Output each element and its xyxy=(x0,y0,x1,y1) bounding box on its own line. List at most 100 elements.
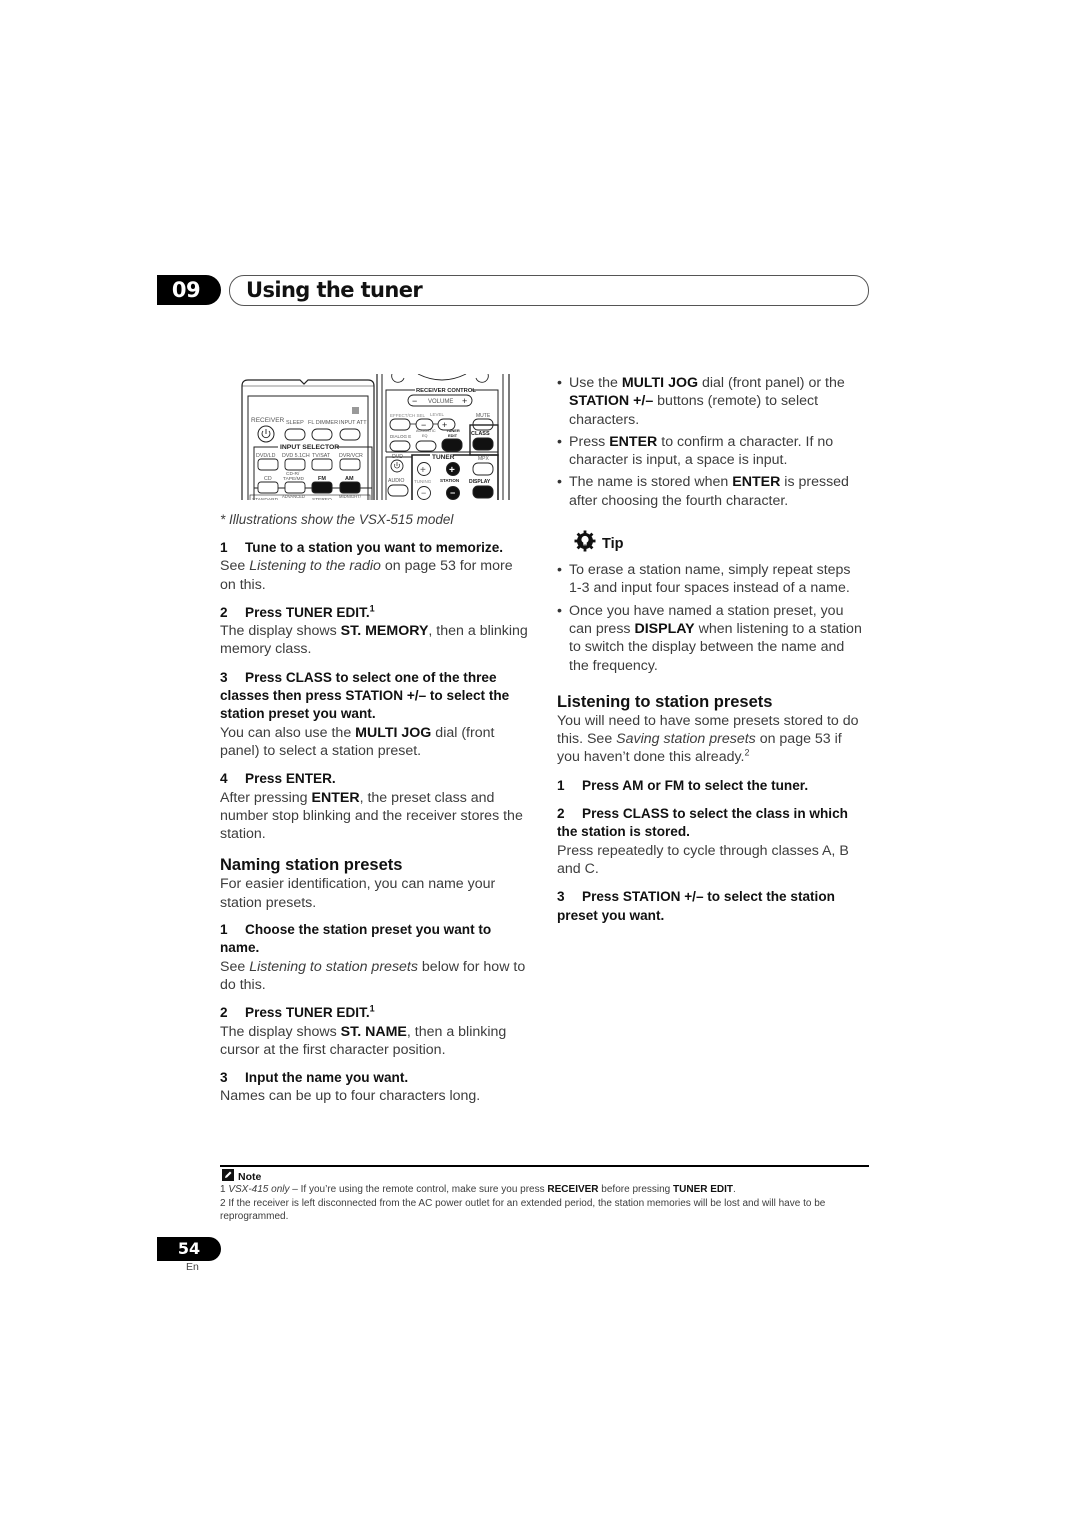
footnote-item: 1 VSX-415 only – If you’re using the rem… xyxy=(220,1183,872,1197)
am-button xyxy=(339,481,361,494)
step-number: 4 xyxy=(220,771,228,787)
step-title: 2 Press TUNER EDIT.1 xyxy=(220,604,530,622)
step-number: 3 xyxy=(220,1070,228,1086)
procedure-step: 2 Press CLASS to select the class in whic… xyxy=(557,805,867,878)
step-number: 2 xyxy=(220,1005,228,1021)
text-run: See xyxy=(220,958,250,975)
text-run: To erase a station name, simply repeat s… xyxy=(569,562,851,597)
tip-header: Tip xyxy=(574,530,867,557)
chapter-number: 09 xyxy=(157,275,221,305)
bold-term: STATION +/– xyxy=(569,393,654,410)
footnote-item: 2 If the receiver is left disconnected f… xyxy=(220,1197,872,1224)
receiver-control-label: RECEIVER CONTROL xyxy=(416,388,476,394)
svg-text:−: − xyxy=(450,488,455,498)
step-title: 2 Press CLASS to select the class in whic… xyxy=(557,805,867,842)
text-run: Press repeatedly to cycle through classe… xyxy=(557,842,849,877)
svg-text:EFFECT/CH SEL: EFFECT/CH SEL xyxy=(390,413,426,418)
bullet-item: To erase a station name, simply repeat s… xyxy=(557,561,867,598)
listening-heading: Listening to station presets xyxy=(557,692,773,711)
procedure-step: 1 Tune to a station you want to memorize.… xyxy=(220,539,530,594)
step-body: After pressing ENTER, the preset class a… xyxy=(220,789,530,844)
bullet-item: The name is stored when ENTER is pressed… xyxy=(557,473,867,510)
remote-label: FL DIMMER xyxy=(308,420,338,426)
svg-text:DIALOG E: DIALOG E xyxy=(390,434,411,439)
remote-label: DVR/VCR xyxy=(339,453,363,459)
text-run: See xyxy=(220,558,250,575)
step-body: The display shows ST. MEMORY, then a bli… xyxy=(220,622,530,659)
step-number: 1 xyxy=(220,540,228,555)
step-title-text: Press STATION +/– to select the station … xyxy=(557,889,835,923)
step-body: See Listening to the radio on page 53 fo… xyxy=(220,557,530,594)
step-title-text: Choose the station preset you want to na… xyxy=(220,922,492,956)
bullet-item: Once you have named a station preset, yo… xyxy=(557,602,867,675)
remote-label: CD xyxy=(264,476,272,482)
remote-label: RECEIVER xyxy=(251,417,285,424)
step-title: 2 Press TUNER EDIT.1 xyxy=(220,1004,530,1022)
text-run: Press xyxy=(569,433,610,450)
step-title-text: Input the name you want. xyxy=(245,1070,409,1086)
ir-indicator-icon xyxy=(352,407,359,414)
svg-text:EDIT: EDIT xyxy=(448,433,458,438)
procedure-step: 1 Press AM or FM to select the tuner. xyxy=(557,777,867,795)
remote-label: DVD/LD xyxy=(256,453,276,459)
footnote-ref: 1 xyxy=(369,1003,375,1014)
listening-intro: You will need to have some presets store… xyxy=(557,712,867,767)
bold-term: TUNER EDIT xyxy=(673,1184,734,1195)
svg-text:EQ: EQ xyxy=(422,434,428,438)
svg-text:+: + xyxy=(462,396,467,406)
illustration-caption: * Illustrations show the VSX-515 model xyxy=(220,512,454,527)
bold-term: MULTI JOG xyxy=(355,724,432,741)
remote-label: INPUT ATT xyxy=(339,420,367,426)
step-title: 3 Press STATION +/– to select the station… xyxy=(557,888,867,925)
step-number: 1 xyxy=(557,777,565,793)
italic-reference: Listening to the radio xyxy=(249,558,381,575)
text-run: The display shows xyxy=(220,1023,341,1040)
remote-label: DVD 5.1CH xyxy=(282,453,310,459)
svg-text:ADVANCED: ADVANCED xyxy=(282,494,305,499)
tip-bullets: To erase a station name, simply repeat s… xyxy=(557,561,867,675)
text-run: – If you’re using the remote control, ma… xyxy=(289,1184,548,1195)
italic-reference: Saving station presets xyxy=(616,731,756,748)
remote-label: TV/SAT xyxy=(312,453,331,459)
step-title-text: Press AM or FM to select the tuner. xyxy=(582,777,809,793)
step-body: The display shows ST. NAME, then a blink… xyxy=(220,1023,530,1060)
step-title-text: Press TUNER EDIT. xyxy=(245,604,370,620)
procedure-step: 3 Press CLASS to select one of the three … xyxy=(220,669,530,760)
text-run: before pressing xyxy=(598,1184,674,1195)
step-title: 3 Press CLASS to select one of the three … xyxy=(220,669,530,724)
step-number: 3 xyxy=(220,669,228,685)
tuner-group-label: TUNER xyxy=(432,454,455,461)
character-input-bullets: Use the MULTI JOG dial (front panel) or … xyxy=(557,374,867,510)
step-number: 3 xyxy=(557,889,565,905)
svg-text:+: + xyxy=(420,465,426,476)
step-number: 1 xyxy=(220,922,228,938)
note-label: Note xyxy=(238,1171,262,1183)
remote-label: TAPE/MD xyxy=(283,476,305,482)
italic-reference: Listening to station presets xyxy=(249,958,418,975)
remote-label: VOLUME xyxy=(428,399,453,405)
listening-steps: 1 Press AM or FM to select the tuner. 2 Pre… xyxy=(557,777,867,925)
step-title-text: Press CLASS to select one of the three c… xyxy=(220,669,510,722)
text-run: The display shows xyxy=(220,623,341,640)
remote-label: LEVEL xyxy=(430,412,445,417)
bold-term: ENTER xyxy=(732,474,781,491)
procedure-step: 2 Press TUNER EDIT.1 The display shows ST.… xyxy=(220,1004,530,1059)
footnote-ref: 2 xyxy=(744,747,750,758)
remote-label: MUTE xyxy=(476,413,491,419)
bold-term: MULTI JOG xyxy=(621,375,699,391)
footnote-ref: 1 xyxy=(369,603,375,614)
step-title: 1 Choose the station preset you want to n… xyxy=(220,921,530,958)
remote-control-illustration: RECEIVER SLEEP FL DIMMER INPUT ATT INPUT… xyxy=(240,374,512,500)
text-run: 2 If the receiver is left disconnected f… xyxy=(220,1197,826,1223)
bold-term: ST. NAME xyxy=(340,1023,407,1040)
bold-term: ST. MEMORY xyxy=(340,623,429,640)
lightbulb-gear-icon xyxy=(574,530,596,557)
svg-text:MIDNIGHT/: MIDNIGHT/ xyxy=(339,494,362,499)
remote-label: AM xyxy=(345,476,354,482)
power-icon xyxy=(394,462,400,469)
text-run: Use the xyxy=(569,375,622,391)
step-title-text: Press ENTER. xyxy=(245,771,336,787)
step-title: 4 Press ENTER. xyxy=(220,770,530,788)
step-number: 2 xyxy=(557,806,565,822)
remote-label: CLASS xyxy=(471,431,490,437)
